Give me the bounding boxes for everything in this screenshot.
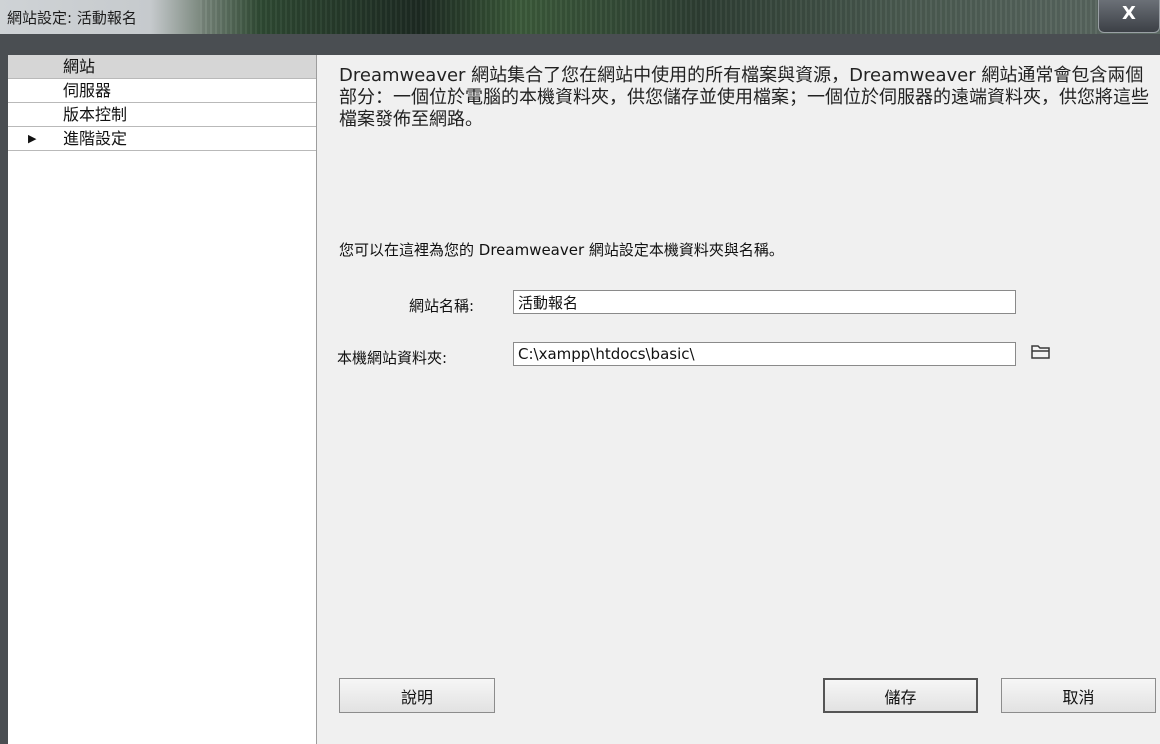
help-button[interactable]: 說明 [339, 678, 495, 713]
local-folder-label: 本機網站資料夾: [337, 349, 448, 367]
sidebar-item-label: 網站 [63, 57, 96, 76]
title-bar[interactable]: 網站設定: 活動報名 [0, 0, 1160, 34]
window-title: 網站設定: 活動報名 [7, 9, 137, 27]
category-sidebar: 網站 伺服器 版本控制 ▶ 進階設定 [8, 55, 317, 744]
close-button[interactable]: X [1098, 0, 1160, 33]
sidebar-item-label: 版本控制 [63, 105, 128, 124]
sidebar-item-servers[interactable]: 伺服器 [8, 79, 316, 103]
site-name-label: 網站名稱: [409, 297, 475, 315]
site-description: Dreamweaver 網站集合了您在網站中使用的所有檔案與資源，Dreamwe… [339, 65, 1149, 130]
sidebar-item-version-control[interactable]: 版本控制 [8, 103, 316, 127]
instruction-text: 您可以在這裡為您的 Dreamweaver 網站設定本機資料夾與名稱。 [339, 241, 784, 259]
sidebar-item-label: 伺服器 [63, 81, 112, 100]
save-button[interactable]: 儲存 [823, 678, 978, 713]
cancel-button[interactable]: 取消 [1001, 678, 1156, 713]
folder-icon[interactable] [1030, 343, 1052, 361]
sidebar-item-advanced-settings[interactable]: ▶ 進階設定 [8, 127, 316, 151]
settings-panel: Dreamweaver 網站集合了您在網站中使用的所有檔案與資源，Dreamwe… [317, 55, 1160, 744]
site-setup-dialog: 網站設定: 活動報名 X 網站 伺服器 版本控制 ▶ 進階設定 Dreamwea… [0, 0, 1160, 744]
local-folder-input[interactable] [513, 342, 1016, 366]
sidebar-item-label: 進階設定 [63, 129, 128, 148]
expand-arrow-icon[interactable]: ▶ [28, 127, 36, 150]
site-name-input[interactable] [513, 290, 1016, 314]
sidebar-item-site[interactable]: 網站 [8, 55, 316, 79]
